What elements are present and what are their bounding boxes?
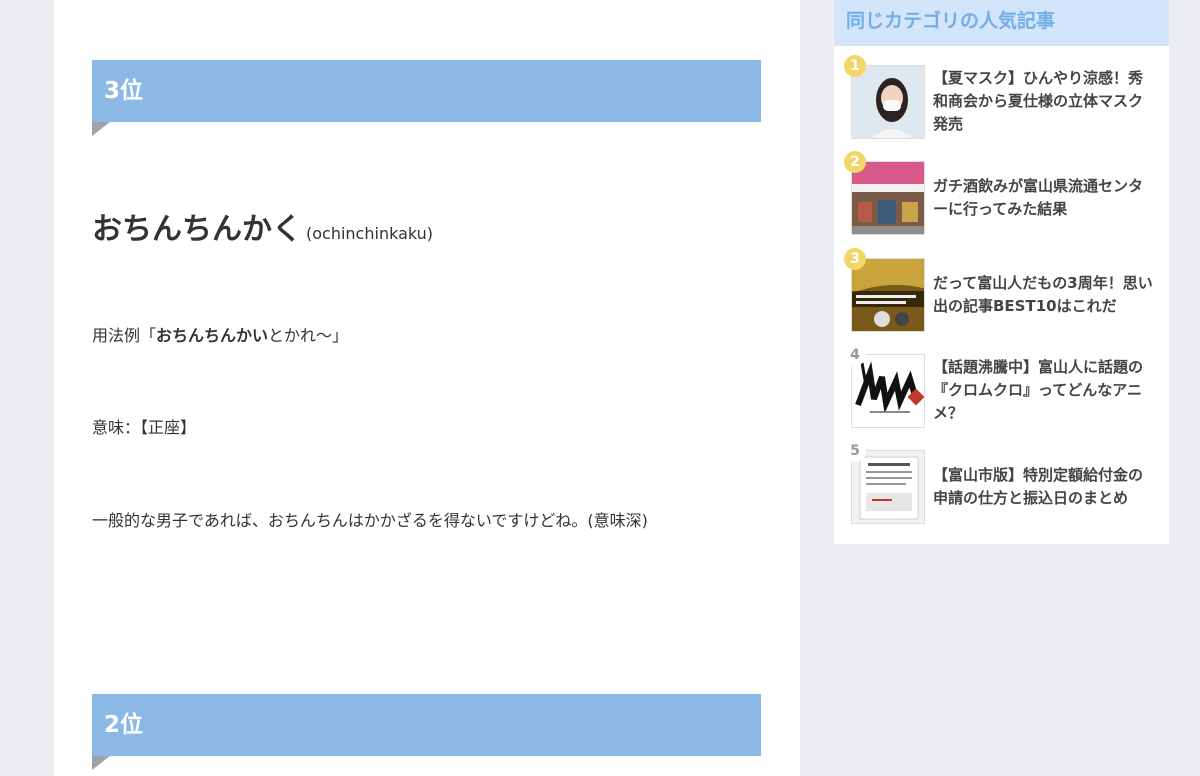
word-reading: (ochinchinkaku) xyxy=(306,224,434,243)
rank3-heading: 3位 xyxy=(92,60,761,136)
rank2-heading: 2位 xyxy=(92,694,761,770)
popular-articles-sidebar: 同じカテゴリの人気記事 1 【夏マスク】ひんやり涼感！秀和商会から夏仕様の立体マ… xyxy=(834,0,1169,544)
popular-item-title[interactable]: ガチ酒飲みが富山県流通センターに行ってみた結果 xyxy=(933,175,1153,221)
rank2-heading-text: 2位 xyxy=(104,712,144,738)
sidebar-title: 同じカテゴリの人気記事 xyxy=(834,0,1169,46)
rank-badge: 1 xyxy=(844,55,866,77)
rank-badge: 4 xyxy=(844,344,866,366)
popular-item[interactable]: 1 【夏マスク】ひんやり涼感！秀和商会から夏仕様の立体マスク発売 xyxy=(834,55,1169,151)
meaning-text: 意味：【正座】 xyxy=(92,418,197,437)
popular-item[interactable]: 2 ガチ酒飲みが富山県流通センターに行ってみた結果 xyxy=(834,151,1169,247)
rank3-heading-text: 3位 xyxy=(104,78,144,104)
popular-item-title[interactable]: 【富山市版】特別定額給付金の申請の仕方と振込日のまとめ xyxy=(933,464,1153,510)
usage-prefix: 用法例「 xyxy=(92,326,157,345)
popular-item-title[interactable]: 【話題沸騰中】富山人に話題の『クロムクロ』ってどんなアニメ？ xyxy=(933,356,1153,425)
rank-badge: 5 xyxy=(844,440,866,462)
usage-example: 用法例「おちんちんかいとかれ〜」 xyxy=(92,322,348,346)
popular-item[interactable]: 5 【富山市版】特別定額給付金の申請の仕方と振込日のまとめ xyxy=(834,440,1169,536)
popular-item-title[interactable]: だって富山人だもの3周年！思い出の記事BEST10はこれだ xyxy=(933,272,1153,318)
thumbnail-image[interactable] xyxy=(851,65,925,139)
rank-badge: 3 xyxy=(844,248,866,270)
heading-fold-decoration xyxy=(92,122,110,136)
word-title: おちんちんかく (ochinchinkaku) xyxy=(92,204,433,248)
usage-suffix: とかれ〜」 xyxy=(268,326,349,345)
note-text: 一般的な男子であれば、おちんちんはかかざるを得ないですけどね。(意味深) xyxy=(92,511,648,530)
thumbnail-image[interactable] xyxy=(851,450,925,524)
thumbnail-image[interactable] xyxy=(851,161,925,235)
usage-bold: おちんちんかい xyxy=(156,326,269,345)
article-main: 3位 おちんちんかく (ochinchinkaku) 用法例「おちんちんかいとかれ… xyxy=(54,0,800,776)
popular-item-title[interactable]: 【夏マスク】ひんやり涼感！秀和商会から夏仕様の立体マスク発売 xyxy=(933,67,1153,136)
rank-badge: 2 xyxy=(844,151,866,173)
popular-item[interactable]: 4 【話題沸騰中】富山人に話題の『クロムクロ』ってどんなアニメ？ xyxy=(834,344,1169,440)
heading-fold-decoration xyxy=(92,756,110,770)
thumbnail-image[interactable] xyxy=(851,354,925,428)
popular-item[interactable]: 3 だって富山人だもの3周年！思い出の記事BEST10はこれだ xyxy=(834,248,1169,344)
word-main: おちんちんかく xyxy=(92,212,302,247)
thumbnail-image[interactable] xyxy=(851,258,925,332)
